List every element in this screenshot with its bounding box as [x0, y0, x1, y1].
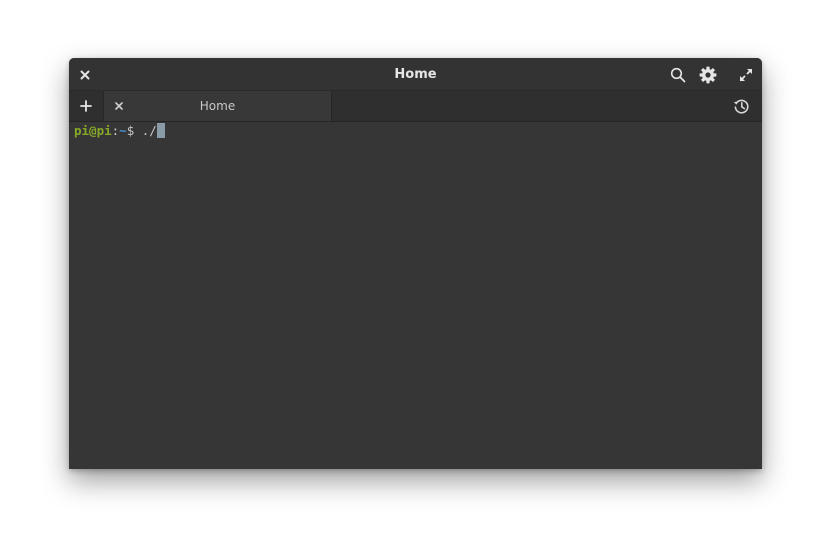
history-icon	[733, 99, 749, 114]
history-button[interactable]	[728, 91, 754, 121]
new-tab-button[interactable]	[69, 91, 104, 121]
tab-label: Home	[199, 99, 236, 113]
settings-button[interactable]	[692, 58, 724, 91]
search-icon	[670, 67, 686, 82]
maximize-icon	[739, 68, 753, 81]
titlebar: Home	[69, 58, 762, 91]
gear-icon	[699, 66, 717, 83]
prompt-line: pi@pi:~$ ./	[74, 122, 165, 140]
window-close-button[interactable]	[69, 58, 101, 91]
tab-close-button[interactable]	[110, 91, 128, 121]
tab-bar: Home	[69, 91, 762, 122]
terminal-area[interactable]: pi@pi:~$ ./	[69, 122, 762, 469]
plus-icon	[80, 100, 92, 112]
search-button[interactable]	[662, 58, 694, 91]
text-cursor	[156, 123, 165, 138]
tab-home[interactable]: Home	[104, 91, 332, 121]
maximize-button[interactable]	[730, 58, 762, 91]
close-icon	[80, 70, 90, 79]
command-input: ./	[134, 123, 157, 138]
close-icon	[115, 102, 123, 110]
prompt-path: ~	[119, 123, 127, 138]
window-title: Home	[394, 67, 437, 82]
prompt-user: pi@pi	[74, 123, 112, 138]
terminal-window: Home Home pi@pi:~$ ./	[69, 58, 762, 469]
